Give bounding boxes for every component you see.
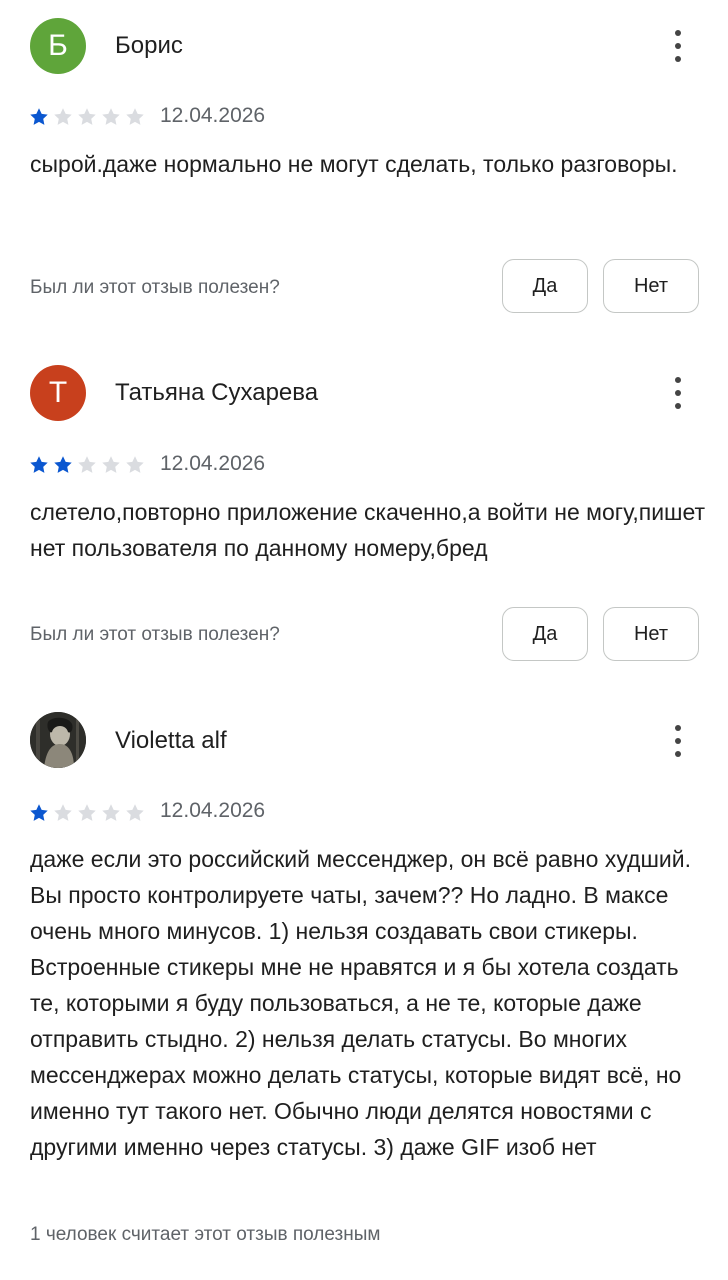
star-empty-icon: [102, 108, 120, 125]
star-filled-icon: [30, 108, 48, 125]
star-empty-icon: [78, 456, 96, 473]
review-date: 12.04.2026: [160, 104, 266, 127]
avatar-photo: [30, 712, 86, 768]
star-empty-icon: [126, 456, 144, 473]
avatar: Т: [30, 365, 86, 421]
helpful-yes-button[interactable]: Да: [502, 607, 588, 661]
avatar-letter: Т: [48, 376, 68, 409]
star-rating: [28, 106, 148, 128]
star-empty-icon: [126, 804, 144, 821]
star-filled-icon: [30, 804, 48, 821]
star-empty-icon: [78, 804, 96, 821]
review-date: 12.04.2026: [160, 452, 266, 475]
helpful-question: Был ли этот отзыв полезен?: [30, 624, 280, 645]
helpful-no-button[interactable]: Нет: [603, 259, 699, 313]
more-options-icon[interactable]: [666, 26, 690, 66]
helpful-yes-button[interactable]: Да: [502, 259, 588, 313]
star-empty-icon: [54, 108, 72, 125]
star-rating: [28, 454, 148, 476]
star-empty-icon: [54, 804, 72, 821]
review-date: 12.04.2026: [160, 799, 266, 822]
review-text: сырой.даже нормально не могут сделать, т…: [30, 151, 678, 177]
review-text: слетело,повторно приложение скаченно,а в…: [30, 499, 706, 561]
more-options-icon[interactable]: [666, 373, 690, 413]
star-rating: [28, 802, 148, 824]
avatar-letter: Б: [48, 29, 68, 62]
helpful-question: Был ли этот отзыв полезен?: [30, 277, 280, 298]
avatar-photo-image: [30, 712, 86, 768]
star-filled-icon: [54, 456, 72, 473]
star-empty-icon: [126, 108, 144, 125]
author-name: Violetta alf: [115, 727, 227, 754]
star-empty-icon: [102, 456, 120, 473]
more-options-icon[interactable]: [666, 721, 690, 761]
helpful-no-button[interactable]: Нет: [603, 607, 699, 661]
avatar: Б: [30, 18, 86, 74]
author-name: Татьяна Сухарева: [115, 379, 319, 406]
helpful-count: 1 человек считает этот отзыв полезным: [30, 1224, 381, 1245]
review-text: даже если это российский мессенджер, он …: [30, 846, 692, 1160]
star-filled-icon: [30, 456, 48, 473]
star-empty-icon: [102, 804, 120, 821]
star-empty-icon: [78, 108, 96, 125]
author-name: Борис: [115, 32, 183, 59]
